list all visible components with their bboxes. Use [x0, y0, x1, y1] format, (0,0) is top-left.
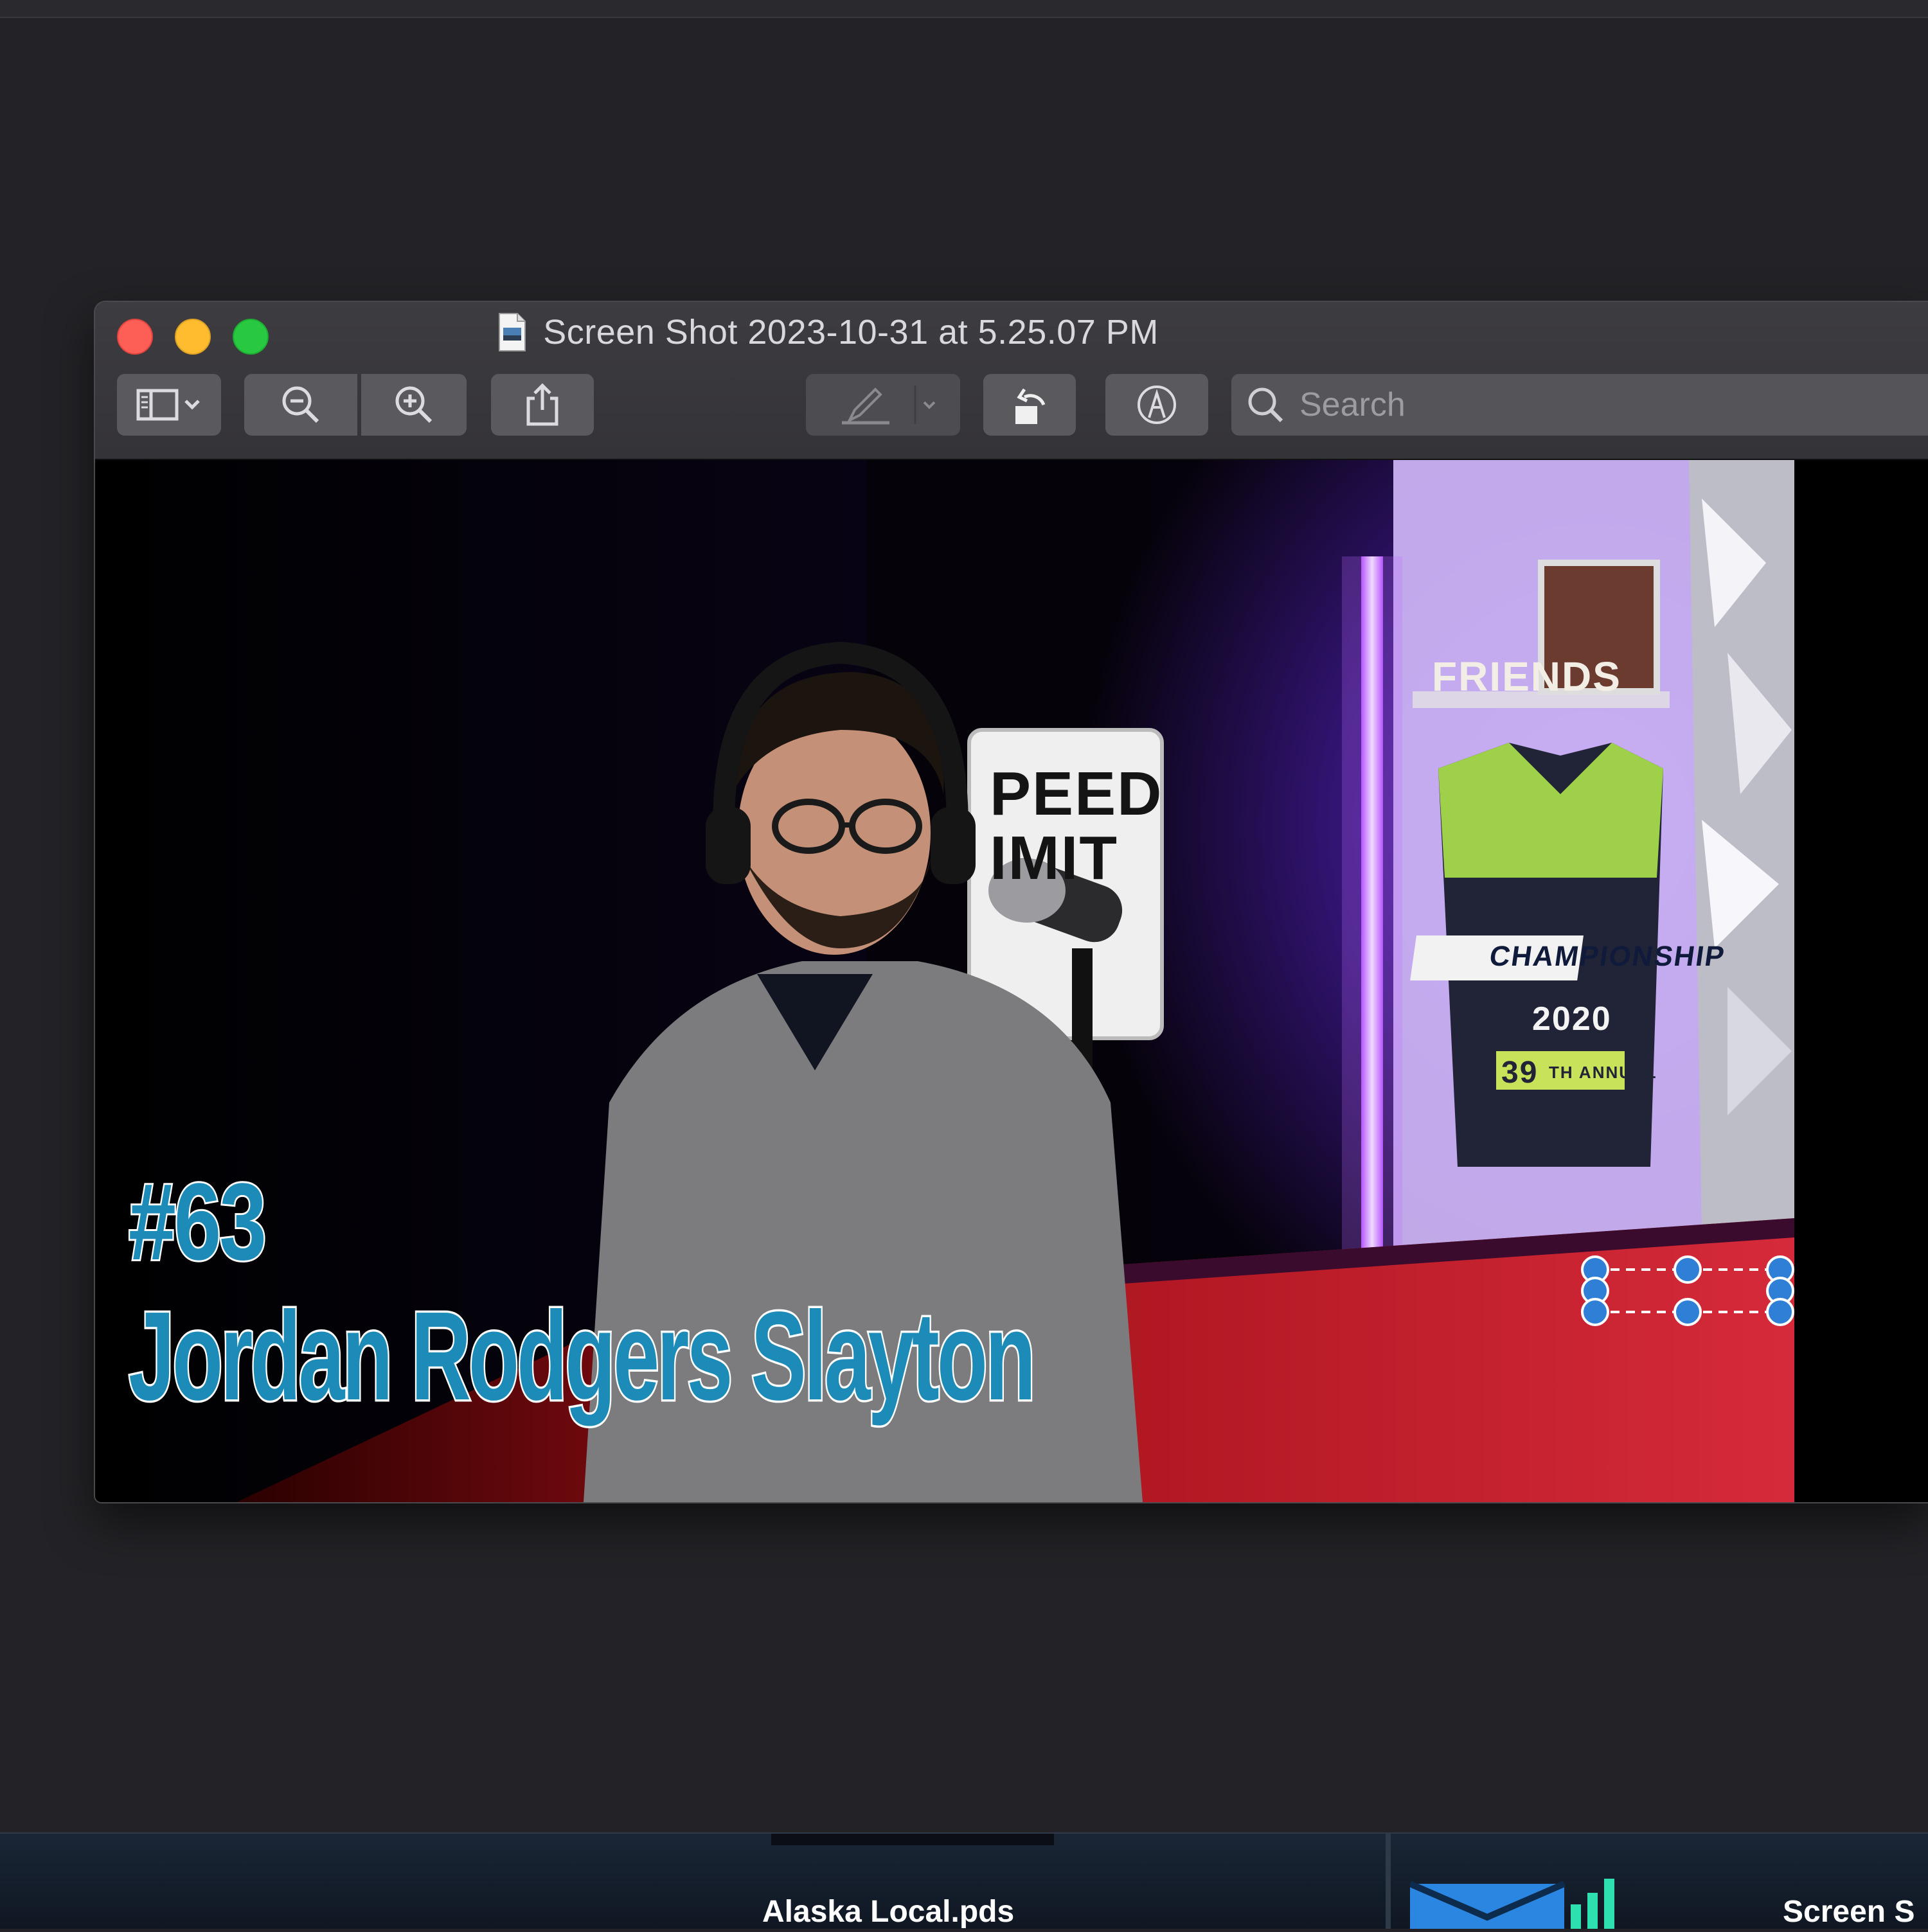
- rotate-button[interactable]: [983, 374, 1076, 436]
- search-input[interactable]: [1298, 385, 1879, 425]
- friends-sign: FRIENDS: [1432, 653, 1621, 700]
- window-title-area: Screen Shot 2023-10-31 at 5.25.07 PM: [95, 312, 1560, 352]
- dock-item-alaska-thumbnail[interactable]: [771, 1834, 1054, 1845]
- mail-app-icon[interactable]: [1409, 1879, 1622, 1929]
- dock-label-screenshot[interactable]: Screen S: [1783, 1894, 1915, 1929]
- markup-icon: [1138, 386, 1176, 424]
- guest-name: Jordan Rodgers Slayton: [127, 1284, 1038, 1429]
- window-title: Screen Shot 2023-10-31 at 5.25.07 PM: [543, 313, 1159, 351]
- sidebar-toggle-button[interactable]: [117, 374, 221, 436]
- screenshot-image: PEED IMIT FRIENDS CHAMPIONSHIP 2020 39 T…: [95, 460, 1794, 1502]
- pen-icon: [842, 386, 936, 425]
- jersey-subtitle: TH ANNUAL: [1549, 1063, 1657, 1082]
- zoom-in-button[interactable]: [361, 374, 467, 436]
- jersey-number: 39: [1501, 1056, 1539, 1090]
- dock-divider: [1386, 1834, 1391, 1929]
- document-icon: [499, 313, 526, 351]
- rotate-icon: [1015, 388, 1046, 424]
- sidebar-icon: [136, 389, 200, 421]
- jersey-heading: CHAMPIONSHIP: [1487, 941, 1727, 972]
- search-icon: [1248, 387, 1283, 423]
- share-button[interactable]: [491, 374, 594, 436]
- desktop-menu-bar: [0, 0, 1928, 18]
- search-box[interactable]: [1231, 374, 1928, 436]
- highlight-button[interactable]: [806, 374, 960, 436]
- episode-number: #63: [127, 1159, 269, 1285]
- zoom-in-icon: [395, 386, 433, 423]
- preview-window: Screen Shot 2023-10-31 at 5.25.07 PM Sea…: [94, 301, 1928, 1503]
- dock-label-alaska[interactable]: Alaska Local.pds: [762, 1894, 1014, 1929]
- share-icon: [526, 383, 558, 426]
- mail-icon: [1409, 1879, 1614, 1929]
- jersey-year: 2020: [1532, 1000, 1612, 1038]
- window-titlebar: Screen Shot 2023-10-31 at 5.25.07 PM: [95, 302, 1928, 460]
- zoom-out-icon: [282, 386, 319, 423]
- markup-button[interactable]: [1105, 374, 1208, 436]
- document-view: PEED IMIT FRIENDS CHAMPIONSHIP 2020 39 T…: [95, 460, 1928, 1502]
- speed-limit-sign: PEED IMIT: [990, 759, 1163, 892]
- zoom-out-button[interactable]: [244, 374, 357, 436]
